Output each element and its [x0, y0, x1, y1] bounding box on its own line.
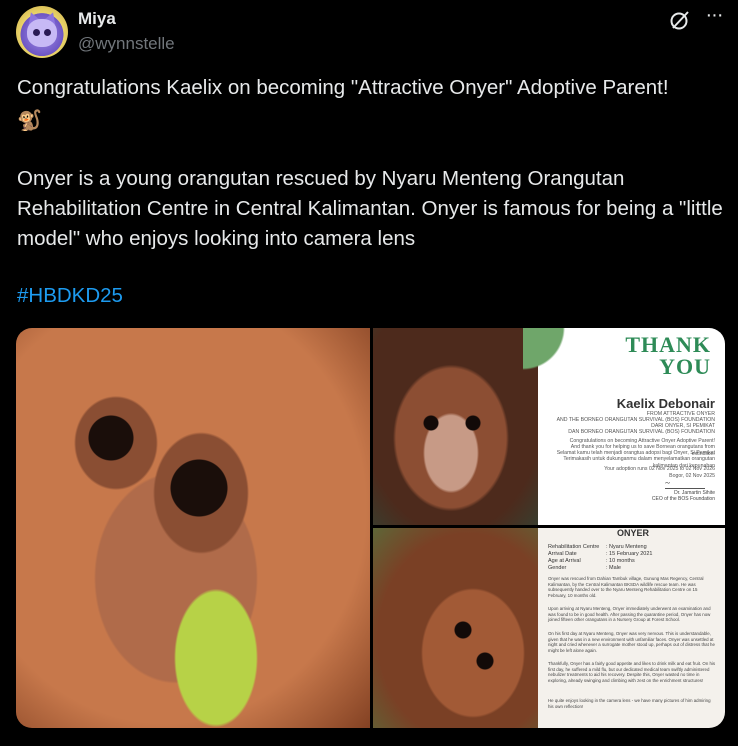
avatar[interactable]: [16, 6, 68, 58]
avatar-eye-right: [44, 29, 51, 36]
certificate-line: DAN BORNEO ORANGUTAN SURVIVAL (BOS) FOUN…: [568, 429, 715, 435]
more-options-icon[interactable]: ···: [703, 5, 725, 30]
orangutan-closeup-photo[interactable]: [16, 328, 370, 728]
post-text-paragraph: Onyer is a young orangutan rescued by Ny…: [17, 167, 723, 250]
signer-title: CEO of the BOS Foundation: [651, 496, 715, 502]
avatar-face: [27, 19, 57, 47]
author-handle[interactable]: @wynnstelle: [78, 34, 175, 54]
certificate-signer: Dr. Jamartin Sihite CEO of the BOS Found…: [633, 490, 715, 502]
document-field: Age at Arrival: 10 months: [548, 558, 635, 564]
hashtag-link[interactable]: #HBDKD25: [17, 284, 123, 308]
certificate-leaf-decoration: [523, 328, 593, 398]
certificate-line: Your adoption runs 02 Nov 2025 to 02 Nov…: [604, 466, 715, 472]
you-line: YOU: [659, 354, 711, 379]
avatar-eye-left: [33, 29, 40, 36]
media-grid: THANK YOU Kaelix Debonair FROM ATTRACTIV…: [16, 328, 725, 728]
document-field: Rehabilitation Centre: Nyaru Menteng: [548, 544, 647, 550]
certificate-orangutan-photo: [373, 328, 538, 525]
document-field: Gender: Male: [548, 565, 621, 571]
document-paragraph: On his first day at Nyaru Menteng, Onyer…: [548, 631, 715, 653]
document-fields: Rehabilitation Centre: Nyaru Menteng Arr…: [548, 544, 718, 572]
document-orangutan-photo: [373, 528, 538, 728]
document-field: Arrival Date: 15 February 2021: [548, 551, 653, 557]
thank-line: THANK: [625, 332, 711, 357]
post: Miya @wynnstelle ··· Congratulations Kae…: [0, 0, 738, 746]
document-paragraph: Onyer was rescued from Dahian Tambuk vil…: [548, 576, 704, 598]
grok-icon[interactable]: [669, 9, 691, 31]
document-paragraph: Thankfully, Onyer has a fairly good appe…: [548, 661, 716, 683]
onyer-profile-document-image[interactable]: ONYER Rehabilitation Centre: Nyaru Mente…: [373, 528, 725, 728]
document-paragraph: He quite enjoys looking in the camera le…: [548, 698, 711, 709]
document-heading: ONYER: [616, 528, 649, 538]
monkey-emoji: 🐒: [17, 110, 42, 132]
post-text-line1: Congratulations Kaelix on becoming "Attr…: [17, 76, 669, 99]
signature-mark: ~: [665, 478, 705, 489]
document-paragraph: Upon arriving at Nyaru Menteng, Onyer im…: [548, 606, 711, 623]
author-name[interactable]: Miya: [78, 9, 116, 29]
thank-you-certificate-image[interactable]: THANK YOU Kaelix Debonair FROM ATTRACTIV…: [373, 328, 725, 525]
certificate-thank-you: THANK YOU: [625, 334, 711, 378]
certificate-recipient: Kaelix Debonair: [616, 396, 715, 411]
